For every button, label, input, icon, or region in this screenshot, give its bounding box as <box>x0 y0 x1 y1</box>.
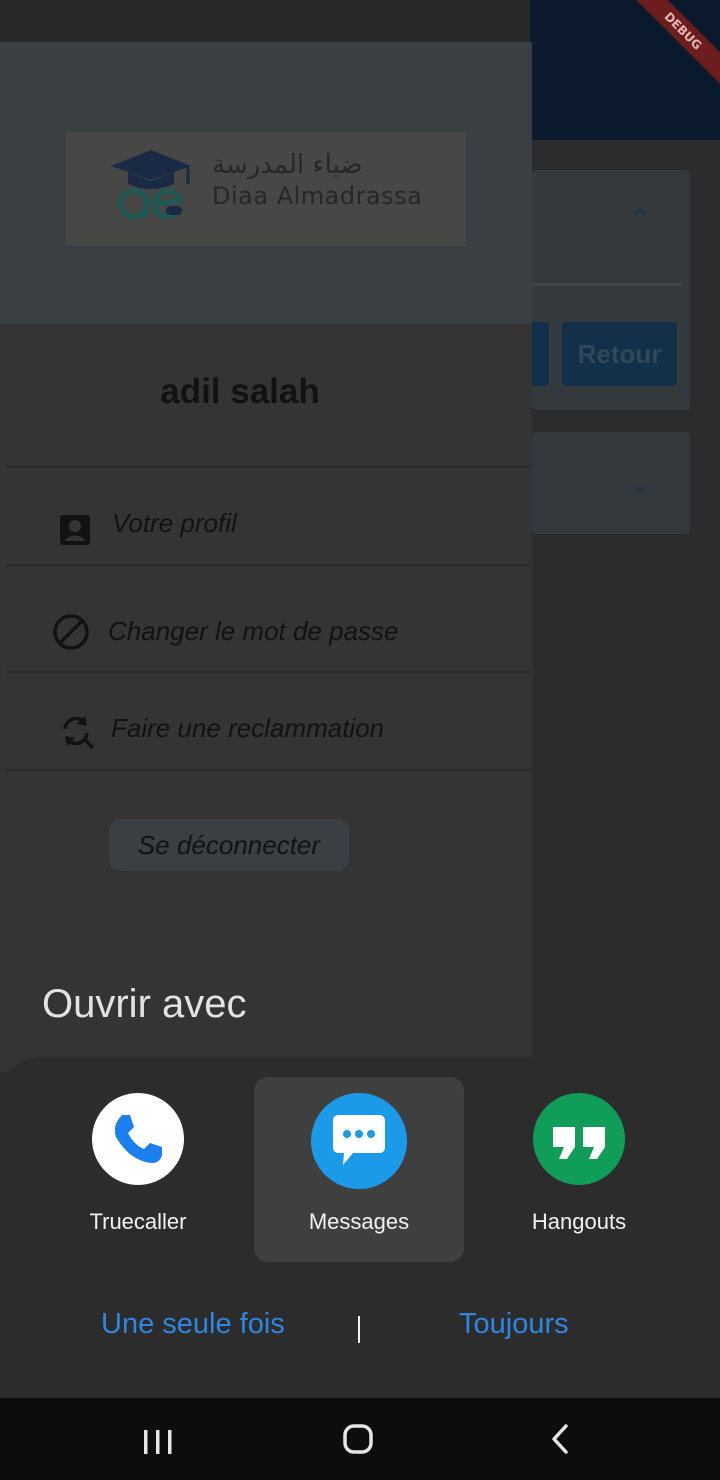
just-once-button[interactable]: Une seule fois <box>101 1308 285 1341</box>
chevron-up-icon: ⌃ <box>628 203 652 236</box>
logo-latin-text: Diaa Almadrassa <box>212 182 423 210</box>
menu-item-label: Faire une reclammation <box>111 713 385 743</box>
graduation-cap-icon <box>111 150 191 220</box>
phone-icon <box>114 1115 162 1163</box>
app-option-hangouts[interactable]: Hangouts <box>474 1077 684 1262</box>
app-option-messages[interactable]: Messages <box>254 1077 464 1262</box>
card-divider <box>532 283 682 286</box>
app-logo: ضياء المدرسة Diaa Almadrassa <box>66 132 466 246</box>
menu-item-profile[interactable]: Votre profil <box>5 466 531 565</box>
account-box-icon <box>60 515 90 545</box>
back-icon[interactable] <box>540 1422 580 1456</box>
logo-arabic-text: ضياء المدرسة <box>212 150 363 180</box>
background-button-partial <box>532 322 549 386</box>
message-bubble-icon <box>333 1115 385 1165</box>
block-icon <box>53 614 89 650</box>
chevron-down-icon: ⌄ <box>628 467 652 500</box>
search-refresh-icon <box>63 716 95 750</box>
truecaller-app-icon <box>92 1093 184 1185</box>
retour-button: Retour <box>562 322 677 386</box>
logout-button[interactable]: Se déconnecter <box>109 819 349 871</box>
action-divider <box>358 1316 360 1343</box>
menu-divider <box>5 769 531 771</box>
always-button[interactable]: Toujours <box>459 1308 569 1341</box>
background-card-collapsed <box>532 432 690 534</box>
user-name: adil salah <box>160 372 320 411</box>
menu-item-label: Votre profil <box>112 508 237 538</box>
drawer-header: ضياء المدرسة Diaa Almadrassa <box>0 42 532 324</box>
app-label: Truecaller <box>89 1209 187 1234</box>
navigation-drawer: ضياء المدرسة Diaa Almadrassa adil salah … <box>0 42 532 1072</box>
quote-icon <box>553 1127 605 1159</box>
app-option-truecaller[interactable]: Truecaller <box>33 1077 243 1262</box>
app-label: Hangouts <box>531 1209 627 1234</box>
system-nav-bar <box>0 1398 720 1480</box>
background-app-bar <box>530 0 720 140</box>
menu-item-change-password[interactable]: Changer le mot de passe <box>5 564 531 671</box>
recents-icon[interactable] <box>138 1428 178 1456</box>
home-icon[interactable] <box>338 1422 378 1456</box>
hangouts-app-icon <box>533 1093 625 1185</box>
menu-item-label: Changer le mot de passe <box>108 616 399 646</box>
menu-item-reclamation[interactable]: Faire une reclammation <box>5 671 531 769</box>
messages-app-icon <box>311 1093 407 1189</box>
chooser-title: Ouvrir avec <box>42 982 247 1026</box>
chooser-sheet: Truecaller Messages Hangouts <box>0 1057 720 1397</box>
status-bar <box>0 0 530 42</box>
app-label: Messages <box>308 1209 410 1234</box>
